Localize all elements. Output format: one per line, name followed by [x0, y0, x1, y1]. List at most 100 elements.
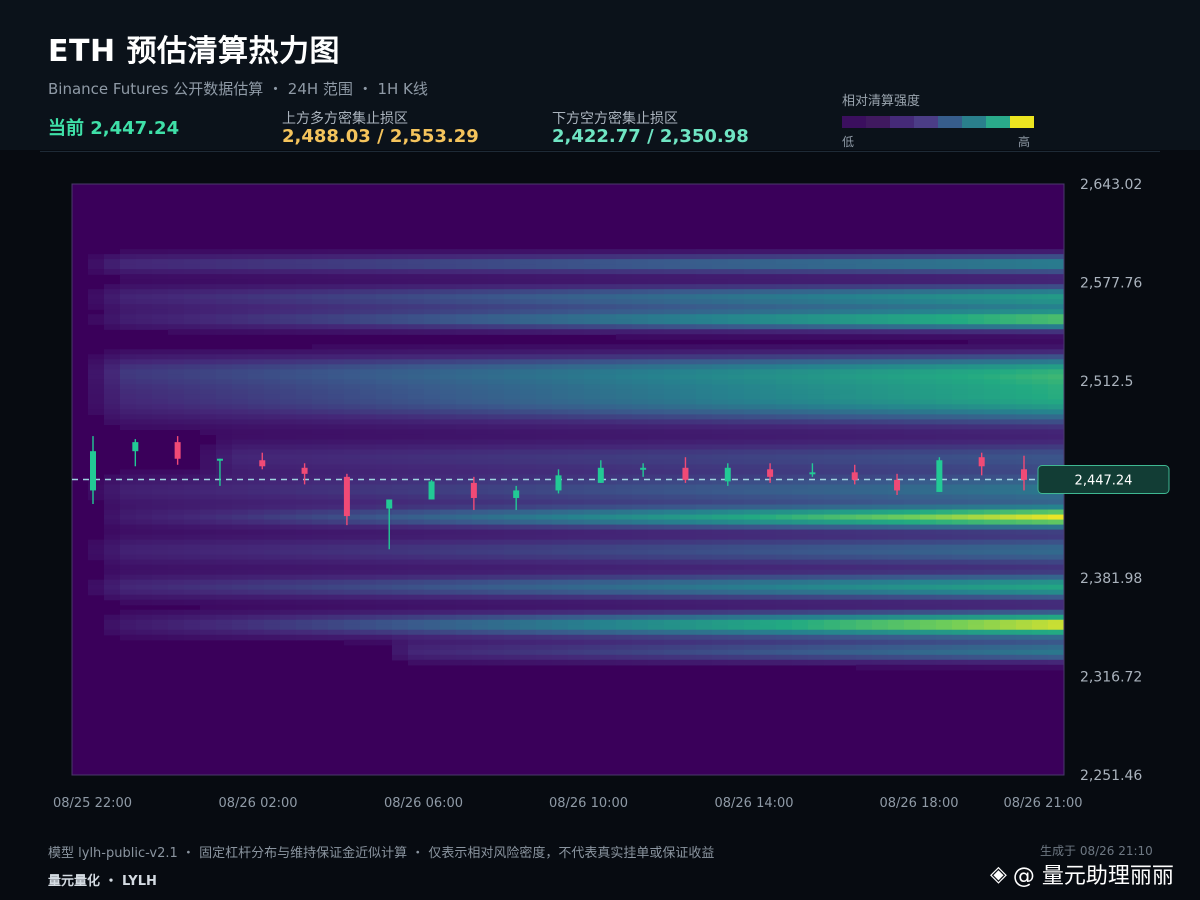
candle-body	[301, 467, 308, 474]
heatmap-cell	[1016, 499, 1033, 506]
heatmap-cell	[264, 524, 281, 531]
heatmap-cell	[136, 309, 153, 315]
heatmap-cell	[1032, 529, 1049, 536]
heatmap-cell	[984, 574, 1001, 581]
heatmap-cell	[1032, 434, 1049, 441]
heatmap-cell	[632, 449, 649, 456]
heatmap-cell	[280, 369, 297, 375]
heatmap-cell	[664, 294, 681, 300]
heatmap-cell	[360, 589, 377, 596]
candle-body	[936, 460, 943, 492]
heatmap-cell	[584, 394, 601, 400]
heatmap-cell	[344, 549, 361, 556]
heatmap-cell	[824, 449, 841, 456]
heatmap-cell	[984, 664, 1001, 671]
heatmap-cell	[664, 529, 681, 536]
heatmap-cell	[296, 629, 313, 636]
heatmap-cell	[520, 364, 537, 370]
heatmap-cell	[808, 419, 825, 426]
heatmap-cell	[472, 374, 489, 380]
heatmap-cell	[408, 284, 425, 290]
heatmap-cell	[552, 469, 569, 476]
heatmap-cell	[728, 654, 745, 661]
heatmap-cell	[232, 354, 249, 360]
heatmap-cell	[776, 469, 793, 476]
heatmap-cell	[696, 544, 713, 551]
heatmap-cell	[392, 464, 409, 471]
heatmap-cell	[552, 549, 569, 556]
heatmap-cell	[264, 429, 281, 436]
heatmap-cell	[1048, 394, 1064, 400]
heatmap-cell	[312, 504, 329, 511]
heatmap-cell	[568, 574, 585, 581]
heatmap-cell	[280, 419, 297, 426]
heatmap-cell	[488, 259, 505, 265]
heatmap-cell	[392, 269, 409, 275]
heatmap-cell	[264, 294, 281, 300]
heatmap-cell	[616, 454, 633, 461]
heatmap-cell	[744, 509, 761, 516]
heatmap-cell	[424, 514, 441, 521]
heatmap-cell	[376, 524, 393, 531]
heatmap-cell	[824, 419, 841, 426]
heatmap-cell	[1048, 274, 1064, 280]
heatmap-cell	[88, 404, 105, 410]
heatmap-cell	[648, 574, 665, 581]
heatmap-cell	[712, 644, 729, 651]
heatmap-cell	[728, 359, 745, 365]
heatmap-cell	[328, 499, 345, 506]
heatmap-cell	[696, 249, 713, 255]
heatmap-cell	[664, 309, 681, 315]
heatmap-cell	[840, 434, 857, 441]
heatmap-cell	[360, 464, 377, 471]
heatmap-cell	[296, 564, 313, 571]
heatmap-cell	[360, 479, 377, 486]
heatmap-cell	[568, 364, 585, 370]
heatmap-cell	[616, 494, 633, 501]
heatmap-cell	[648, 629, 665, 636]
heatmap-cell	[1016, 249, 1033, 255]
heatmap-cell	[680, 544, 697, 551]
heatmap-cell	[856, 609, 873, 616]
heatmap-cell	[536, 489, 553, 496]
heatmap-cell	[280, 319, 297, 325]
heatmap-cell	[728, 344, 745, 350]
heatmap-cell	[184, 499, 201, 506]
heatmap-cell	[184, 314, 201, 320]
heatmap-cell	[504, 519, 521, 526]
heatmap-cell	[120, 259, 137, 265]
heatmap-cell	[120, 359, 137, 365]
heatmap-cell	[200, 414, 217, 420]
heatmap-cell	[488, 559, 505, 566]
heatmap-cell	[568, 329, 585, 335]
heatmap-cell	[616, 284, 633, 290]
heatmap-cell	[840, 499, 857, 506]
heatmap-cell	[216, 519, 233, 526]
heatmap-cell	[920, 504, 937, 511]
heatmap-cell	[152, 484, 169, 491]
heatmap-cell	[360, 454, 377, 461]
heatmap-cell	[264, 414, 281, 420]
heatmap-cell	[472, 559, 489, 566]
heatmap-cell	[1032, 354, 1049, 360]
heatmap-cell	[264, 464, 281, 471]
heatmap-cell	[968, 404, 985, 410]
heatmap-cell	[792, 599, 809, 606]
heatmap-cell	[536, 544, 553, 551]
heatmap-cell	[248, 434, 265, 441]
heatmap-cell	[904, 574, 921, 581]
heatmap-cell	[184, 399, 201, 405]
heatmap-cell	[232, 484, 249, 491]
heatmap-cell	[616, 654, 633, 661]
heatmap-cell	[936, 264, 953, 270]
heatmap-cell	[632, 444, 649, 451]
heatmap-cell	[856, 484, 873, 491]
heatmap-cell	[968, 494, 985, 501]
heatmap-cell	[1048, 654, 1064, 661]
heatmap-cell	[200, 319, 217, 325]
heatmap-cell	[600, 329, 617, 335]
heatmap-cell	[456, 509, 473, 516]
heatmap-cell	[488, 314, 505, 320]
heatmap-cell	[1016, 364, 1033, 370]
heatmap-cell	[456, 299, 473, 305]
